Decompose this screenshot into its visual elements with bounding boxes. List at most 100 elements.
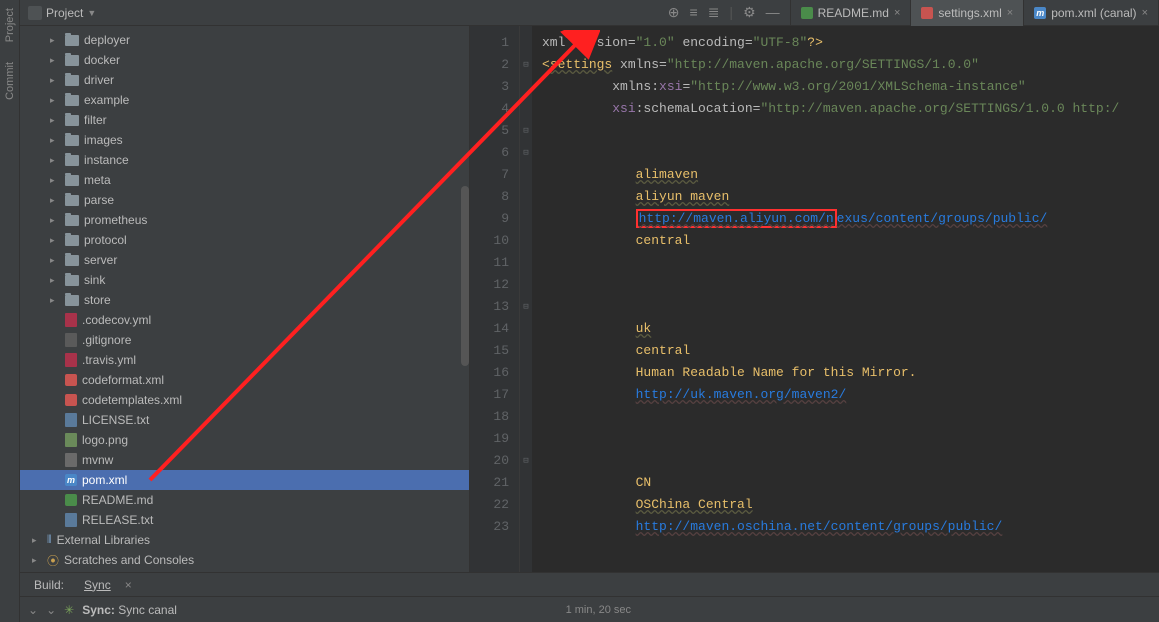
folder-icon [65, 195, 79, 206]
file-icon [65, 333, 77, 347]
folder-docker[interactable]: ▸docker [20, 50, 469, 70]
close-icon[interactable]: × [1007, 7, 1013, 19]
code-area[interactable]: xml version="1.0" encoding="UTF-8"?> <se… [532, 26, 1159, 572]
file-README-md[interactable]: README.md [20, 490, 469, 510]
chevron-down-icon[interactable]: ▼ [87, 8, 96, 18]
file-icon [65, 374, 77, 386]
project-label[interactable]: Project [46, 6, 83, 20]
folder-icon [65, 215, 79, 226]
chevron-down-icon[interactable]: ⌄ [46, 603, 56, 617]
chevron-right-icon[interactable]: ▸ [50, 55, 60, 66]
fold-column[interactable]: ⊟⊟⊟⊟⊟ [520, 26, 532, 572]
file--codecov-yml[interactable]: .codecov.yml [20, 310, 469, 330]
folder-sink[interactable]: ▸sink [20, 270, 469, 290]
folder-filter[interactable]: ▸filter [20, 110, 469, 130]
chevron-right-icon[interactable]: ▸ [50, 175, 60, 186]
chevron-right-icon[interactable]: ▸ [50, 75, 60, 86]
scratches[interactable]: ▸⦿Scratches and Consoles [20, 550, 469, 570]
scratch-icon: ⦿ [47, 552, 59, 569]
file-RELEASE-txt[interactable]: RELEASE.txt [20, 510, 469, 530]
file-icon [65, 313, 77, 327]
close-icon[interactable]: × [1142, 7, 1148, 19]
folder-store[interactable]: ▸store [20, 290, 469, 310]
folder-meta[interactable]: ▸meta [20, 170, 469, 190]
folder-icon [65, 295, 79, 306]
folder-icon [65, 235, 79, 246]
chevron-right-icon[interactable]: ▸ [50, 195, 60, 206]
chevron-right-icon[interactable]: ▸ [50, 275, 60, 286]
hide-icon[interactable]: — [766, 4, 780, 21]
file-icon [65, 513, 77, 527]
folder-icon [65, 135, 79, 146]
file-logo-png[interactable]: logo.png [20, 430, 469, 450]
editor-tabs: README.md×settings.xml×mpom.xml (canal)× [791, 0, 1159, 26]
chevron-right-icon[interactable]: ▸ [50, 295, 60, 306]
close-icon[interactable]: × [125, 578, 132, 592]
file--travis-yml[interactable]: .travis.yml [20, 350, 469, 370]
gutter-project[interactable]: Project [4, 8, 16, 42]
chevron-right-icon[interactable]: ▸ [50, 155, 60, 166]
folder-icon [65, 95, 79, 106]
file--gitignore[interactable]: .gitignore [20, 330, 469, 350]
gear-icon[interactable]: ⚙ [743, 4, 756, 21]
toolbar: Project ▼ ⊕ ≡ ≣ | ⚙ — README.md×settings… [20, 0, 1159, 26]
chevron-right-icon[interactable]: ▸ [50, 235, 60, 246]
file-icon [65, 353, 77, 367]
file-icon: m [65, 474, 77, 486]
chevron-right-icon[interactable]: ▸ [50, 135, 60, 146]
folder-images[interactable]: ▸images [20, 130, 469, 150]
chevron-right-icon[interactable]: ▸ [32, 535, 42, 546]
tab-pom-xml-canal-[interactable]: mpom.xml (canal)× [1024, 0, 1159, 26]
target-icon[interactable]: ⊕ [668, 4, 680, 21]
file-icon: m [1034, 7, 1046, 19]
tab-README-md[interactable]: README.md× [791, 0, 912, 26]
project-tree[interactable]: ▸deployer▸docker▸driver▸example▸filter▸i… [20, 26, 470, 572]
file-pom-xml[interactable]: mpom.xml [20, 470, 469, 490]
chevron-right-icon[interactable]: ▸ [50, 215, 60, 226]
folder-protocol[interactable]: ▸protocol [20, 230, 469, 250]
folder-example[interactable]: ▸example [20, 90, 469, 110]
folder-driver[interactable]: ▸driver [20, 70, 469, 90]
file-codetemplates-xml[interactable]: codetemplates.xml [20, 390, 469, 410]
collapse-icon[interactable]: ≣ [708, 4, 720, 21]
file-icon [65, 433, 77, 447]
chevron-right-icon[interactable]: ▸ [50, 35, 60, 46]
folder-prometheus[interactable]: ▸prometheus [20, 210, 469, 230]
code-editor[interactable]: 1234567891011121314151617181920212223 ⊟⊟… [470, 26, 1159, 572]
file-icon [65, 413, 77, 427]
file-codeformat-xml[interactable]: codeformat.xml [20, 370, 469, 390]
file-icon [65, 453, 77, 467]
tab-settings-xml[interactable]: settings.xml× [911, 0, 1024, 26]
external-libraries[interactable]: ▸⫴External Libraries [20, 530, 469, 550]
build-label: Build: [28, 576, 70, 594]
folder-icon [65, 35, 79, 46]
chevron-right-icon[interactable]: ▸ [50, 115, 60, 126]
spinner-icon: ✳ [64, 603, 74, 617]
scrollbar[interactable] [461, 186, 469, 366]
folder-parse[interactable]: ▸parse [20, 190, 469, 210]
file-LICENSE-txt[interactable]: LICENSE.txt [20, 410, 469, 430]
folder-deployer[interactable]: ▸deployer [20, 30, 469, 50]
sync-label: Sync: Sync canal [82, 603, 177, 617]
chevron-down-icon[interactable]: ⌄ [28, 603, 38, 617]
build-panel: Build: Sync × ⌄ ⌄ ✳ Sync: Sync canal 1 m… [20, 572, 1159, 622]
file-mvnw[interactable]: mvnw [20, 450, 469, 470]
folder-icon [65, 255, 79, 266]
folder-server[interactable]: ▸server [20, 250, 469, 270]
folder-icon [65, 55, 79, 66]
chevron-right-icon[interactable]: ▸ [50, 95, 60, 106]
sync-time: 1 min, 20 sec [566, 604, 1151, 616]
folder-instance[interactable]: ▸instance [20, 150, 469, 170]
folder-icon [65, 75, 79, 86]
sync-tab[interactable]: Sync [78, 576, 117, 594]
folder-icon [65, 155, 79, 166]
close-icon[interactable]: × [894, 7, 900, 19]
chevron-right-icon[interactable]: ▸ [32, 555, 42, 566]
folder-icon [65, 275, 79, 286]
gutter-commit[interactable]: Commit [4, 62, 16, 100]
line-gutter: 1234567891011121314151617181920212223 [470, 26, 520, 572]
folder-icon [65, 115, 79, 126]
expand-icon[interactable]: ≡ [690, 4, 698, 21]
file-icon [65, 494, 77, 506]
chevron-right-icon[interactable]: ▸ [50, 255, 60, 266]
